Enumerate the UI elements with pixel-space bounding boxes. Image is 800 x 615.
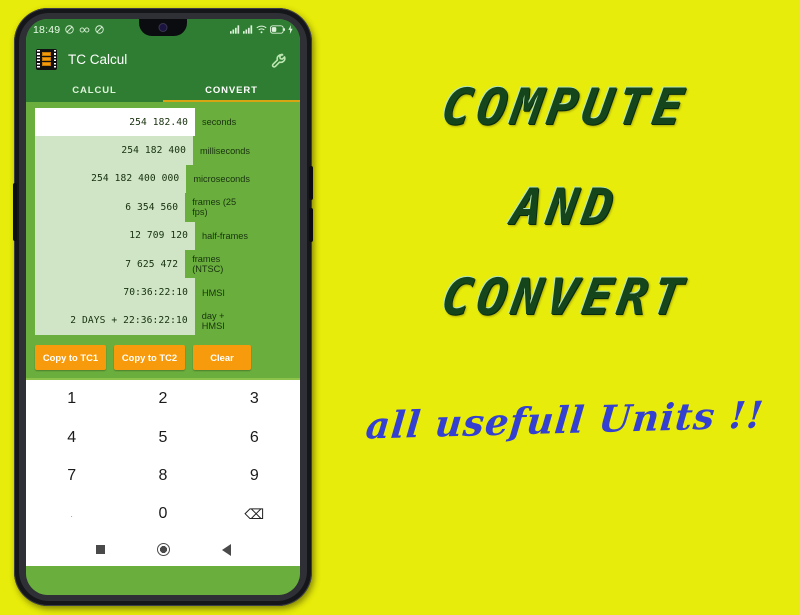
clear-button[interactable]: Clear — [193, 345, 251, 371]
volume-button[interactable] — [13, 183, 17, 241]
phone-mockup: 18:49 TC Calcul CALCUL CONVERT 254 182.4… — [13, 8, 313, 606]
table-row: 2 DAYS + 22:36:22:10 day + HMSI — [35, 306, 250, 336]
result-value: 70:36:22:10 — [35, 278, 195, 307]
table-row: 254 182 400 milliseconds — [35, 136, 250, 165]
camera-notch — [139, 19, 187, 36]
wifi-icon — [256, 25, 267, 34]
mute-icon — [65, 25, 74, 34]
promo-headline-2: AND — [507, 178, 623, 236]
table-row: 12 709 120 half-frames — [35, 221, 250, 250]
promo-headline-3: CONVERT — [437, 268, 693, 326]
table-row: 254 182 400 000 microseconds — [35, 164, 250, 194]
key-decimal-point[interactable]: . — [26, 495, 117, 533]
result-label: half-frames — [202, 230, 248, 241]
app-bar: TC Calcul — [26, 40, 300, 78]
key-3[interactable]: 3 — [209, 380, 300, 418]
status-time: 18:49 — [33, 23, 61, 36]
android-nav-bar — [26, 533, 300, 567]
key-1[interactable]: 1 — [26, 380, 117, 418]
promo-panel: COMPUTE AND CONVERT all usefull Units !! — [330, 0, 800, 615]
back-icon[interactable] — [221, 543, 231, 556]
key-0[interactable]: 0 — [117, 495, 208, 533]
app-content: 254 182.40 seconds 254 182 400 milliseco… — [26, 108, 300, 595]
key-5[interactable]: 5 — [117, 418, 208, 456]
film-strip-icon — [36, 48, 57, 70]
result-value: 254 182 400 — [35, 136, 193, 165]
promo-headline-1: COMPUTE — [437, 78, 693, 136]
tab-bar: CALCUL CONVERT — [26, 78, 300, 102]
key-2[interactable]: 2 — [117, 380, 208, 418]
action-button-row: Copy to TC1 Copy to TC2 Clear — [26, 335, 300, 378]
status-bar: 18:49 — [26, 19, 300, 40]
vibrate-icon — [79, 26, 90, 34]
power-button[interactable] — [309, 166, 313, 200]
signal-icon-2 — [243, 25, 253, 34]
backspace-icon[interactable]: ⌫ — [209, 495, 300, 533]
key-7[interactable]: 7 — [26, 457, 117, 495]
charging-icon — [288, 25, 293, 34]
table-row: 70:36:22:10 HMSI — [35, 278, 250, 307]
key-9[interactable]: 9 — [209, 457, 300, 495]
promo-tagline: all usefull Units !! — [364, 392, 766, 448]
copy-to-tc1-button[interactable]: Copy to TC1 — [35, 345, 106, 371]
tab-active-indicator — [163, 99, 300, 102]
table-row: 6 354 560 frames (25 fps) — [35, 193, 250, 222]
film-cell — [42, 56, 51, 62]
tab-convert[interactable]: CONVERT — [163, 78, 300, 102]
key-6[interactable]: 6 — [209, 418, 300, 456]
result-value: 7 625 472 — [35, 249, 186, 279]
result-value: 6 354 560 — [35, 193, 186, 222]
film-cell — [42, 62, 51, 67]
dnd-icon — [95, 25, 104, 34]
app-title: TC Calcul — [68, 51, 128, 67]
key-8[interactable]: 8 — [117, 457, 208, 495]
status-bar-left: 18:49 — [33, 24, 104, 36]
result-label: frames (25 fps) — [192, 197, 237, 218]
result-value: 254 182.40 — [35, 108, 195, 137]
result-label: frames (NTSC) — [192, 254, 224, 275]
conversion-results-table: 254 182.40 seconds 254 182 400 milliseco… — [35, 108, 250, 336]
result-label: milliseconds — [199, 145, 250, 156]
result-value: 2 DAYS + 22:36:22:10 — [35, 306, 195, 336]
result-value: 254 182 400 000 — [35, 164, 187, 194]
signal-icon-1 — [230, 25, 240, 34]
battery-icon — [270, 25, 285, 34]
status-bar-right — [230, 25, 293, 34]
recents-icon[interactable] — [95, 545, 105, 555]
result-label: day + HMSI — [201, 310, 225, 331]
result-label: microseconds — [193, 173, 250, 184]
numeric-keypad: 1 2 3 4 5 6 7 8 9 . 0 ⌫ — [26, 378, 300, 534]
film-cell — [42, 51, 51, 56]
result-value: 12 709 120 — [35, 221, 195, 250]
copy-to-tc2-button[interactable]: Copy to TC2 — [114, 345, 185, 371]
result-label: HMSI — [202, 287, 225, 298]
table-row: 7 625 472 frames (NTSC) — [35, 249, 250, 279]
power-button-secondary[interactable] — [309, 208, 313, 242]
tab-calcul[interactable]: CALCUL — [26, 78, 163, 102]
wrench-icon[interactable] — [271, 50, 290, 69]
table-row: 254 182.40 seconds — [35, 108, 250, 137]
result-label: seconds — [202, 117, 237, 128]
key-4[interactable]: 4 — [26, 418, 117, 456]
phone-screen: 18:49 TC Calcul CALCUL CONVERT 254 182.4… — [26, 19, 300, 595]
home-icon[interactable] — [156, 543, 170, 557]
